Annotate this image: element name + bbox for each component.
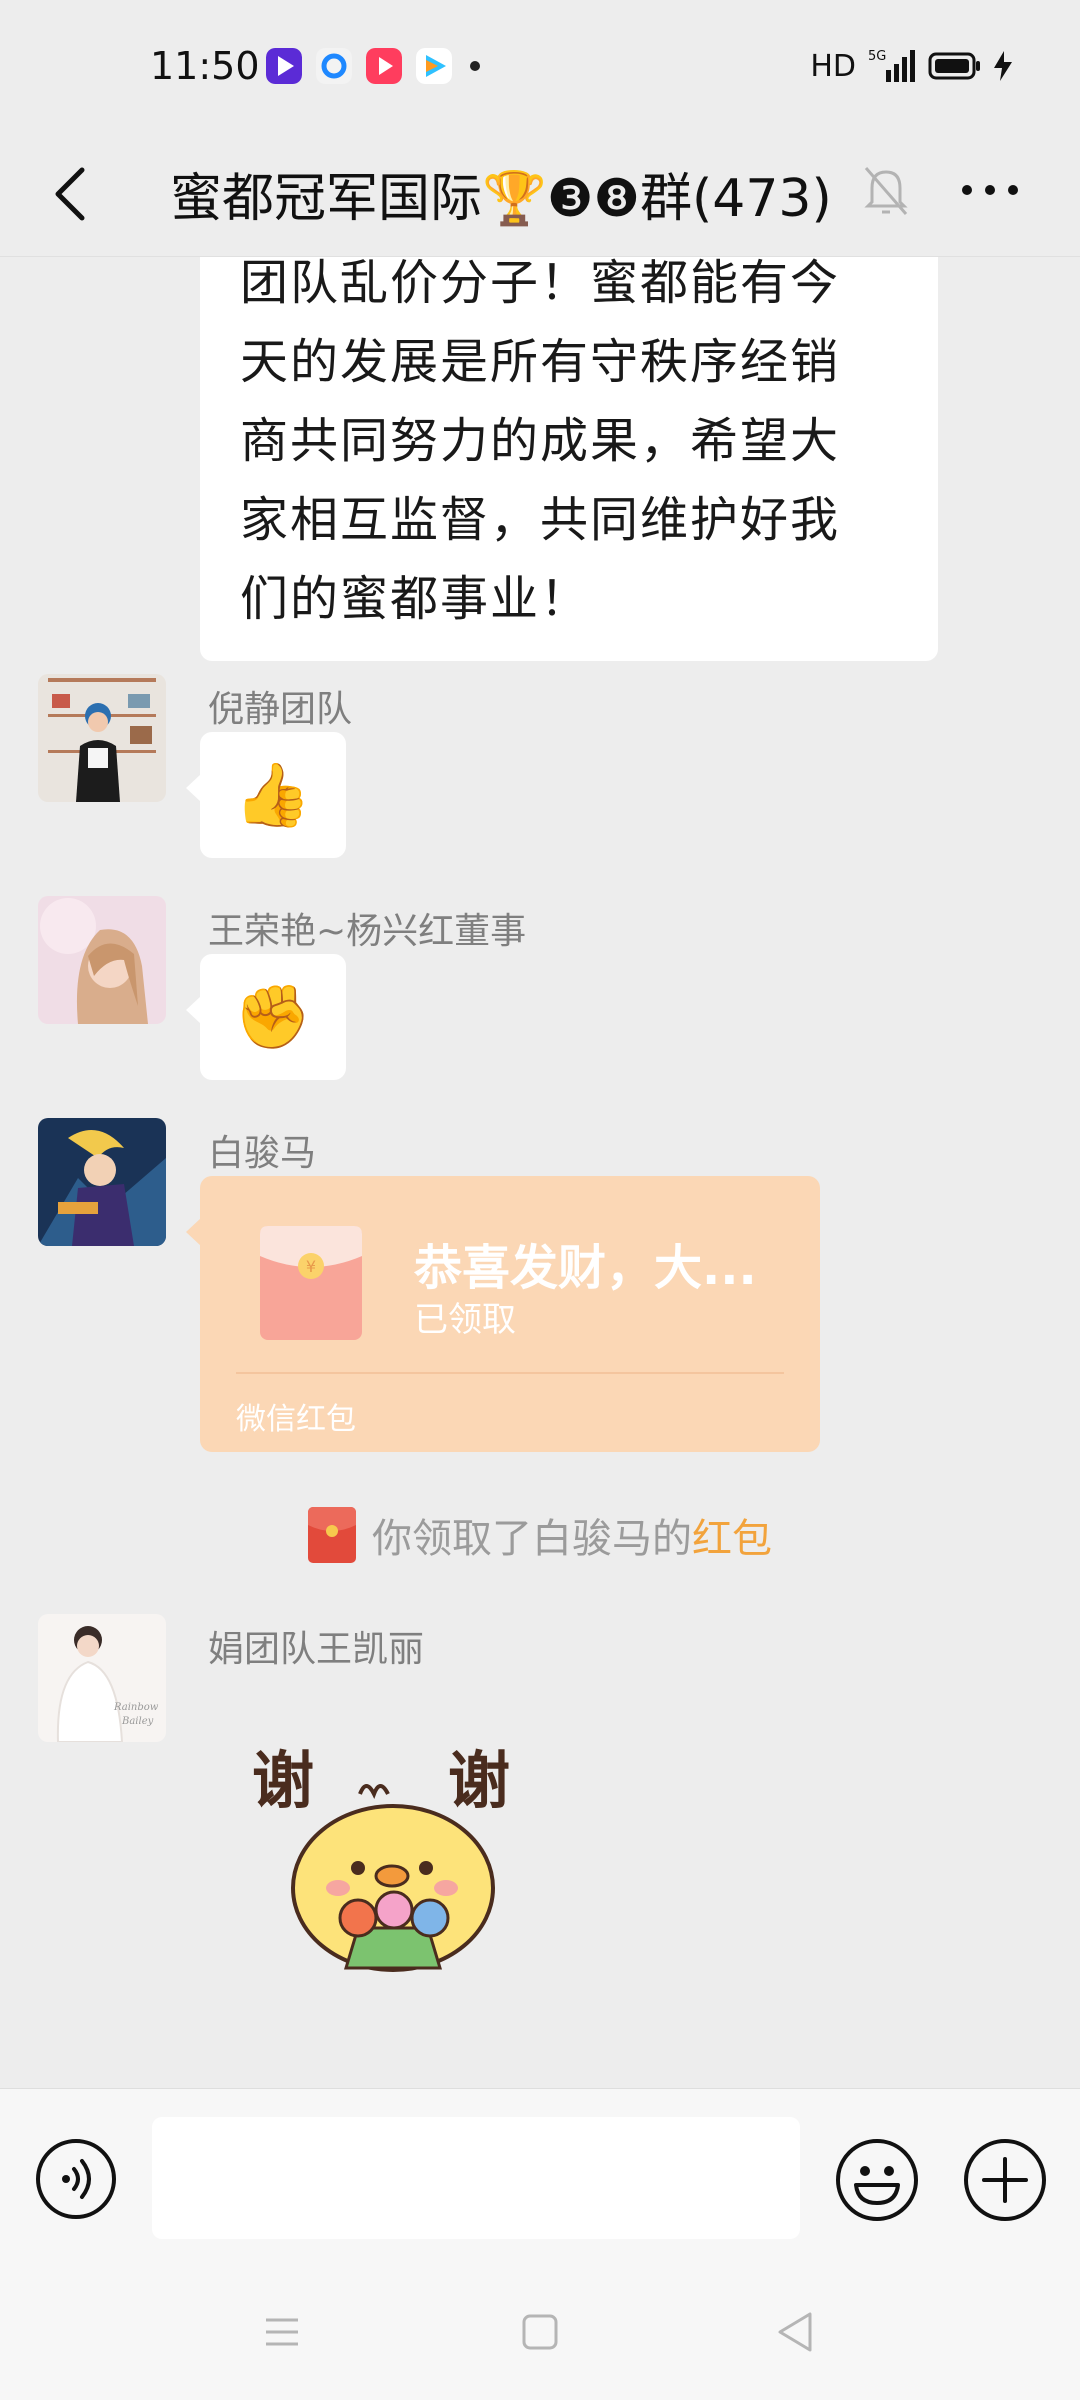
emoji-button[interactable]: [834, 2137, 920, 2223]
chat-input-bar: [0, 2088, 1080, 2259]
charging-icon: [994, 51, 1012, 81]
more-options-button[interactable]: [950, 160, 1030, 220]
red-packet-title: 恭喜发财，大...: [414, 1240, 757, 1296]
message-line: 商共同努力的成果，希望大: [240, 413, 841, 469]
menu-nav-icon[interactable]: [252, 2302, 312, 2362]
signal-icon: 5G: [868, 49, 915, 82]
battery-icon: [928, 52, 980, 80]
svg-text:Bailey: Bailey: [121, 1716, 154, 1727]
bubble-tail: [186, 774, 201, 802]
status-right: HD 5G: [810, 48, 1012, 84]
mute-bell-icon: [864, 167, 908, 215]
back-nav-icon[interactable]: [766, 2302, 826, 2362]
sticker-text-right: 谢: [448, 1744, 510, 1817]
sender-name: 白骏马: [208, 1133, 317, 1174]
red-packet-footer: 微信红包: [236, 1402, 356, 1437]
system-nav-bar: [0, 2258, 1080, 2400]
sticker-text-left: 谢: [252, 1744, 314, 1817]
avatar-image: Rainbow Bailey: [38, 1614, 166, 1742]
message-line: 团队乱价分子！蜜都能有今: [240, 256, 841, 311]
hd-label: HD: [810, 48, 856, 84]
system-notice: 你领取了白骏马的 红包: [0, 1506, 1080, 1564]
sender-name: 王荣艳~杨兴红董事: [208, 911, 527, 952]
bubble-tail: [186, 1218, 201, 1246]
message-line: 们的蜜都事业！: [240, 571, 591, 627]
avatar[interactable]: [38, 896, 166, 1024]
avatar-image: [38, 896, 166, 1024]
thank-you-sticker[interactable]: 谢 谢: [248, 1738, 538, 1978]
avatar[interactable]: [38, 1118, 166, 1246]
red-envelope-icon: [308, 1507, 356, 1563]
media-app-icon: [366, 48, 402, 84]
avatar-image: [38, 1118, 166, 1246]
message-bubble-emoji[interactable]: 👍: [186, 732, 346, 858]
svg-text:¥: ¥: [306, 1257, 316, 1276]
status-bar: 11:50 HD 5G: [0, 0, 1080, 130]
svg-text:5G: 5G: [868, 49, 886, 64]
status-app-icons: [266, 48, 480, 84]
notification-dot: [470, 61, 480, 71]
avatar[interactable]: [38, 674, 166, 802]
message-input[interactable]: [152, 2117, 800, 2239]
sender-name: 倪静团队: [208, 689, 353, 730]
home-nav-icon[interactable]: [510, 2302, 570, 2362]
tencent-video-icon: [416, 48, 452, 84]
fist-emoji: ✊: [234, 980, 312, 1053]
red-packet-status: 已领取: [414, 1300, 516, 1340]
message-bubble-emoji[interactable]: ✊: [186, 954, 346, 1080]
chick-sticker-image: 谢 谢: [252, 1744, 510, 1972]
browser-app-icon: [316, 48, 352, 84]
avatar[interactable]: Rainbow Bailey: [38, 1614, 166, 1742]
more-functions-button[interactable]: [962, 2137, 1048, 2223]
system-notice-text: 你领取了白骏马的: [372, 1516, 692, 1562]
message-line: 家相互监督，共同维护好我: [240, 492, 841, 548]
red-packet-message[interactable]: ¥ 恭喜发财，大... 已领取 微信红包: [186, 1176, 820, 1452]
red-packet-divider: [236, 1372, 784, 1374]
message-bubble-text[interactable]: 团队乱价分子！蜜都能有今 天的发展是所有守秩序经销 商共同努力的成果，希望大 家…: [200, 256, 938, 661]
more-dots-icon: [962, 185, 1018, 195]
red-envelope-icon: ¥: [260, 1226, 362, 1340]
page-title: 蜜都冠军国际🏆❸❽群(473): [170, 169, 832, 229]
back-button[interactable]: [30, 154, 110, 234]
avatar-image: [38, 674, 166, 802]
sender-name: 娟团队王凯丽: [208, 1629, 425, 1670]
voice-input-button[interactable]: [34, 2137, 118, 2221]
thumbs-up-emoji: 👍: [234, 758, 312, 831]
video-app-icon: [266, 48, 302, 84]
bubble-tail: [186, 996, 201, 1024]
chevron-left-icon: [55, 167, 85, 221]
svg-text:Rainbow: Rainbow: [113, 1702, 159, 1713]
status-time: 11:50: [150, 44, 260, 88]
message-line: 天的发展是所有守秩序经销: [240, 334, 841, 390]
red-packet-link[interactable]: 红包: [692, 1506, 772, 1564]
chat-message-list[interactable]: 团队乱价分子！蜜都能有今 天的发展是所有守秩序经销 商共同努力的成果，希望大 家…: [0, 256, 1080, 2088]
chat-header: 蜜都冠军国际🏆❸❽群(473): [0, 130, 1080, 257]
